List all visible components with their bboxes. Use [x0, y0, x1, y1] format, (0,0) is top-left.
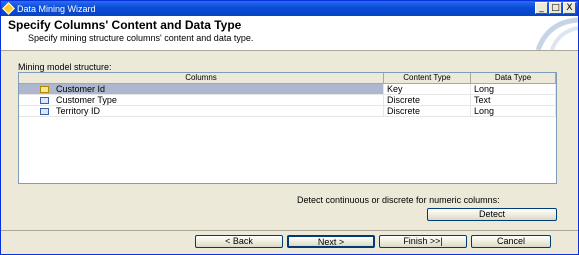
- close-button[interactable]: X: [563, 2, 576, 14]
- content-type-cell[interactable]: Key: [384, 84, 471, 94]
- column-name-cell[interactable]: Territory ID: [19, 106, 384, 116]
- table-row[interactable]: Customer Id Key Long: [19, 84, 556, 95]
- page-title: Specify Columns' Content and Data Type: [8, 18, 242, 32]
- table-row[interactable]: Territory ID Discrete Long: [19, 106, 556, 117]
- data-type-cell[interactable]: Long: [471, 106, 556, 116]
- page-subtitle: Specify mining structure columns' conten…: [28, 33, 254, 43]
- header-data-type[interactable]: Data Type: [471, 73, 556, 83]
- columns-grid: Columns Content Type Data Type Customer …: [18, 72, 557, 184]
- grid-header: Columns Content Type Data Type: [19, 73, 556, 84]
- detect-button[interactable]: Detect: [427, 208, 557, 221]
- title-bar[interactable]: Data Mining Wizard _ □ X: [1, 1, 578, 16]
- column-icon: [40, 108, 49, 115]
- wizard-icon: [2, 2, 15, 15]
- minimize-button[interactable]: _: [535, 2, 548, 14]
- wizard-footer: < Back Next > Finish >>| Cancel: [1, 231, 578, 254]
- data-type-cell[interactable]: Text: [471, 95, 556, 105]
- column-name: Customer Type: [56, 95, 117, 105]
- column-name: Territory ID: [56, 106, 101, 116]
- header-content-type[interactable]: Content Type: [384, 73, 471, 83]
- header-columns[interactable]: Columns: [19, 73, 384, 83]
- window-controls: _ □ X: [535, 2, 576, 14]
- finish-button[interactable]: Finish >>|: [379, 235, 467, 248]
- content-type-cell[interactable]: Discrete: [384, 95, 471, 105]
- column-icon: [40, 97, 49, 104]
- column-name: Customer Id: [56, 84, 106, 94]
- wizard-header: Specify Columns' Content and Data Type S…: [1, 16, 578, 51]
- maximize-button[interactable]: □: [549, 2, 562, 14]
- data-type-cell[interactable]: Long: [471, 84, 556, 94]
- back-button[interactable]: < Back: [195, 235, 283, 248]
- column-name-cell[interactable]: Customer Type: [19, 95, 384, 105]
- window-title: Data Mining Wizard: [17, 3, 96, 14]
- grid-label: Mining model structure:: [18, 62, 112, 72]
- cancel-button[interactable]: Cancel: [471, 235, 551, 248]
- next-button[interactable]: Next >: [287, 235, 375, 248]
- content-type-cell[interactable]: Discrete: [384, 106, 471, 116]
- key-column-icon: [40, 86, 49, 93]
- wizard-window: Data Mining Wizard _ □ X Specify Columns…: [0, 0, 579, 255]
- table-row[interactable]: Customer Type Discrete Text: [19, 95, 556, 106]
- detect-label: Detect continuous or discrete for numeri…: [297, 195, 500, 205]
- wizard-banner-icon: [535, 17, 578, 50]
- column-name-cell[interactable]: Customer Id: [19, 84, 384, 94]
